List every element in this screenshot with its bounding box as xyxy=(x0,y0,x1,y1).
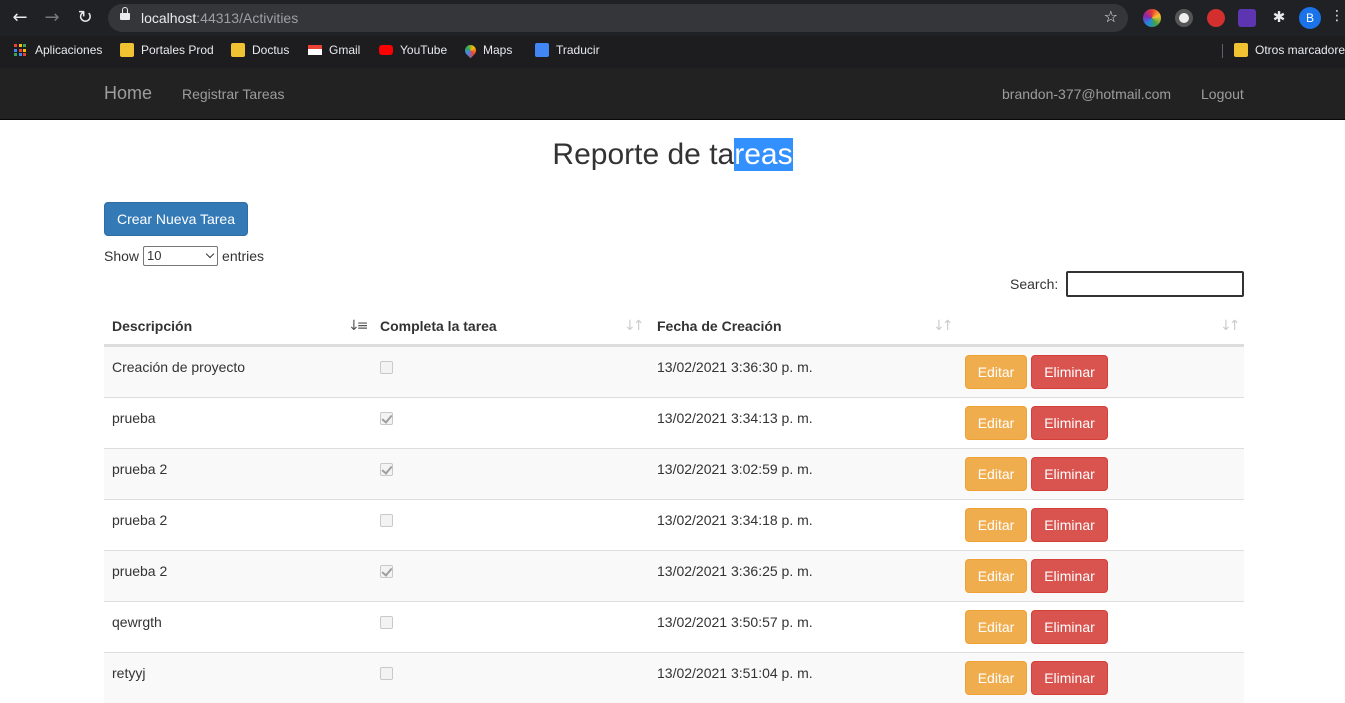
completed-checkbox[interactable] xyxy=(380,514,393,527)
header-fecha[interactable]: Fecha de Creación xyxy=(657,318,782,334)
table-search: Search: xyxy=(1010,271,1245,297)
reload-icon[interactable]: ↻ xyxy=(73,6,97,30)
gmail-icon xyxy=(308,45,322,55)
cell-created-date: 13/02/2021 3:36:30 p. m. xyxy=(657,359,813,375)
folder-icon xyxy=(1234,43,1248,57)
delete-button[interactable]: Eliminar xyxy=(1031,610,1108,644)
extension-record-icon[interactable] xyxy=(1175,9,1193,27)
new-task-button[interactable]: Crear Nueva Tarea xyxy=(104,202,248,236)
delete-button[interactable]: Eliminar xyxy=(1031,457,1108,491)
header-completa[interactable]: Completa la tarea xyxy=(380,318,497,334)
extension-color-icon[interactable] xyxy=(1143,9,1161,27)
table-row: retyyj 13/02/2021 3:51:04 p. m. Editar Elim… xyxy=(104,652,1244,703)
url-text[interactable]: localhost:44313/Activities xyxy=(141,10,298,26)
translate-icon xyxy=(535,43,549,57)
chevron-down-icon xyxy=(205,249,215,259)
youtube-icon xyxy=(379,45,393,55)
completed-checkbox[interactable] xyxy=(380,463,393,476)
maps-icon xyxy=(462,42,479,58)
completed-checkbox[interactable] xyxy=(380,667,393,680)
delete-button[interactable]: Eliminar xyxy=(1031,355,1108,389)
extension-stop-icon[interactable] xyxy=(1207,9,1225,27)
apps-grid-icon xyxy=(14,44,28,56)
folder-icon xyxy=(120,43,134,57)
edit-button[interactable]: Editar xyxy=(965,610,1027,644)
edit-button[interactable]: Editar xyxy=(965,661,1027,695)
table-row: qewrgth 13/02/2021 3:50:57 p. m. Editar Eli… xyxy=(104,601,1244,652)
cell-description: Creación de proyecto xyxy=(112,359,246,375)
sort-icon[interactable]: ↓↑ xyxy=(933,318,954,334)
delete-button[interactable]: Eliminar xyxy=(1031,559,1108,593)
completed-checkbox[interactable] xyxy=(380,412,393,425)
entries-length-control: Show 10 entries xyxy=(104,246,265,266)
address-bar[interactable]: localhost:44313/Activities ☆ xyxy=(108,4,1128,32)
table-row: Creación de proyecto 13/02/2021 3:36:30 p… xyxy=(104,346,1244,397)
bookmark-maps[interactable]: Maps xyxy=(462,36,512,64)
delete-button[interactable]: Eliminar xyxy=(1031,508,1108,542)
forward-icon[interactable]: → xyxy=(40,6,64,30)
sort-icon[interactable]: ↓↑ xyxy=(624,318,645,334)
header-descripcion[interactable]: Descripción xyxy=(112,318,192,334)
edit-button[interactable]: Editar xyxy=(965,457,1027,491)
entries-select[interactable]: 10 xyxy=(143,246,219,266)
cell-created-date: 13/02/2021 3:34:13 p. m. xyxy=(657,410,813,426)
cell-description: prueba 2 xyxy=(112,512,168,528)
navbar-brand-home[interactable]: Home xyxy=(104,83,152,104)
nav-link-logout[interactable]: Logout xyxy=(1201,86,1244,102)
menu-kebab-icon[interactable]: ⋮ xyxy=(1330,8,1344,24)
search-input[interactable] xyxy=(1066,271,1245,297)
sort-ascending-icon[interactable]: ↓≡ xyxy=(348,318,369,334)
bookmark-gmail[interactable]: Gmail xyxy=(308,36,360,64)
nav-link-registrar-tareas[interactable]: Registrar Tareas xyxy=(182,86,284,102)
back-icon[interactable]: ← xyxy=(8,6,32,30)
cell-created-date: 13/02/2021 3:36:25 p. m. xyxy=(657,563,813,579)
cell-created-date: 13/02/2021 3:50:57 p. m. xyxy=(657,614,813,630)
completed-checkbox[interactable] xyxy=(380,361,393,374)
extension-ja-icon[interactable] xyxy=(1238,9,1256,27)
bookmarks-separator xyxy=(1222,44,1223,58)
table-row: prueba 2 13/02/2021 3:36:25 p. m. Editar El… xyxy=(104,550,1244,601)
table-header: Descripción ↓≡ Completa la tarea ↓↑ Fech… xyxy=(104,307,1244,346)
lock-icon xyxy=(120,7,130,20)
cell-description: retyyj xyxy=(112,665,146,681)
browser-toolbar: ← → ↻ localhost:44313/Activities ☆ ✱ B ⋮ xyxy=(0,0,1345,36)
selected-text: reas xyxy=(734,138,793,171)
delete-button[interactable]: Eliminar xyxy=(1031,406,1108,440)
cell-description: prueba 2 xyxy=(112,563,168,579)
bookmark-star-icon[interactable]: ☆ xyxy=(1104,7,1118,26)
bookmark-youtube[interactable]: YouTube xyxy=(379,36,447,64)
nav-link-user-email[interactable]: brandon-377@hotmail.com xyxy=(1002,86,1171,102)
cell-created-date: 13/02/2021 3:34:18 p. m. xyxy=(657,512,813,528)
cell-description: prueba xyxy=(112,410,156,426)
table-row: prueba 13/02/2021 3:34:13 p. m. Editar Elim… xyxy=(104,397,1244,448)
edit-button[interactable]: Editar xyxy=(965,508,1027,542)
folder-icon xyxy=(231,43,245,57)
table-body: Creación de proyecto 13/02/2021 3:36:30 p… xyxy=(104,346,1244,703)
edit-button[interactable]: Editar xyxy=(965,355,1027,389)
profile-avatar[interactable]: B xyxy=(1299,7,1321,29)
edit-button[interactable]: Editar xyxy=(965,406,1027,440)
bookmark-other[interactable]: Otros marcadores xyxy=(1234,36,1345,64)
cell-description: qewrgth xyxy=(112,614,162,630)
edit-button[interactable]: Editar xyxy=(965,559,1027,593)
cell-created-date: 13/02/2021 3:02:59 p. m. xyxy=(657,461,813,477)
delete-button[interactable]: Eliminar xyxy=(1031,661,1108,695)
completed-checkbox[interactable] xyxy=(380,565,393,578)
table-row: prueba 2 13/02/2021 3:34:18 p. m. Editar El… xyxy=(104,499,1244,550)
sort-icon[interactable]: ↓↑ xyxy=(1220,318,1241,334)
bookmarks-bar: Aplicaciones Portales Prod Doctus Gmail … xyxy=(0,36,1345,68)
completed-checkbox[interactable] xyxy=(380,616,393,629)
table-row: prueba 2 13/02/2021 3:02:59 p. m. Editar El… xyxy=(104,448,1244,499)
extensions-puzzle-icon[interactable]: ✱ xyxy=(1270,9,1288,27)
site-navbar: Home Registrar Tareas brandon-377@hotmai… xyxy=(0,68,1345,120)
tasks-table: Descripción ↓≡ Completa la tarea ↓↑ Fech… xyxy=(104,307,1244,703)
bookmark-traducir[interactable]: Traducir xyxy=(535,36,600,64)
page-title: Reporte de tareas xyxy=(552,138,793,171)
cell-created-date: 13/02/2021 3:51:04 p. m. xyxy=(657,665,813,681)
bookmark-portales-prod[interactable]: Portales Prod xyxy=(120,36,214,64)
cell-description: prueba 2 xyxy=(112,461,168,477)
bookmark-doctus[interactable]: Doctus xyxy=(231,36,289,64)
bookmark-apps[interactable]: Aplicaciones xyxy=(14,36,102,64)
